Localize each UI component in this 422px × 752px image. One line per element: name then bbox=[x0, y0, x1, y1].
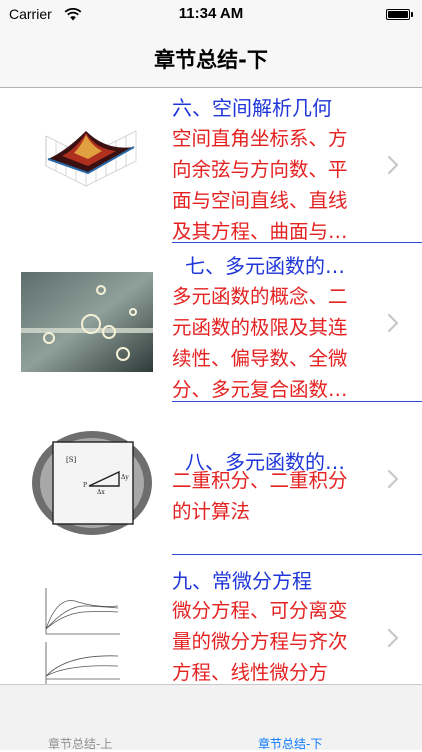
chevron-right-icon bbox=[387, 313, 399, 333]
svg-text:Δy: Δy bbox=[121, 474, 129, 481]
row-title: 九、常微分方程 bbox=[172, 569, 312, 593]
page-title: 章节总结-下 bbox=[154, 48, 268, 72]
list-item[interactable]: 九、常微分方程 微分方程、可分离变 量的微分方程与齐次 方程、线性微分方 bbox=[0, 555, 422, 684]
row-title: 七、多元函数的… bbox=[185, 254, 345, 278]
row-description: 多元函数的概念、二 元函数的极限及其连 续性、偏导数、全微 分、多元复合函数… bbox=[172, 285, 348, 401]
chevron-right-icon bbox=[387, 469, 399, 489]
bubbles-photo-thumbnail bbox=[21, 272, 153, 372]
double-integral-figure-thumbnail: [S] Δx Δy P bbox=[31, 430, 153, 536]
svg-text:Δx: Δx bbox=[97, 489, 105, 496]
navigation-bar: 章节总结-下 bbox=[0, 28, 422, 88]
row-description: 空间直角坐标系、方 向余弦与方向数、平 面与空间直线、直线 及其方程、曲面与… bbox=[172, 127, 348, 243]
list-item[interactable]: [S] Δx Δy P 八、多元函数的… 二重积分、二重积分 的计算法 bbox=[0, 402, 422, 554]
svg-text:[S]: [S] bbox=[66, 456, 77, 464]
list-item[interactable]: 七、多元函数的… 多元函数的概念、二 元函数的极限及其连 续性、偏导数、全微 分… bbox=[0, 243, 422, 401]
chevron-right-icon bbox=[387, 628, 399, 648]
svg-text:P: P bbox=[83, 482, 87, 489]
chevron-right-icon bbox=[387, 155, 399, 175]
row-title: 六、空间解析几何 bbox=[172, 96, 332, 120]
status-bar: Carrier 11:34 AM bbox=[0, 0, 422, 28]
battery-tip bbox=[411, 12, 413, 17]
tab-summary-part1[interactable]: 章节总结-上 bbox=[48, 735, 112, 752]
battery-icon bbox=[386, 9, 410, 20]
surface-plot-thumbnail bbox=[26, 111, 151, 193]
tab-bar: 章节总结-上 章节总结-下 bbox=[0, 684, 422, 752]
list-item[interactable]: 六、空间解析几何 空间直角坐标系、方 向余弦与方向数、平 面与空间直线、直线 及… bbox=[0, 89, 422, 243]
tab-summary-part2[interactable]: 章节总结-下 bbox=[258, 735, 322, 752]
clock: 11:34 AM bbox=[178, 5, 244, 22]
ode-curves-thumbnail bbox=[38, 584, 123, 684]
